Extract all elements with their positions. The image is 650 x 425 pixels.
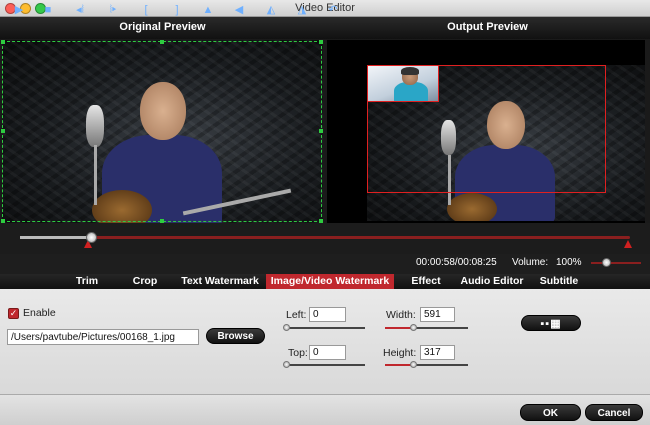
tab-image-video-watermark[interactable]: Image/Video Watermark <box>266 274 394 289</box>
trim-end-marker[interactable] <box>624 240 632 248</box>
width-slider-knob[interactable] <box>410 324 417 331</box>
cancel-button[interactable]: Cancel <box>585 404 643 421</box>
crop-selection-frame[interactable] <box>2 41 322 222</box>
timeline-progress <box>20 236 92 239</box>
tab-effect[interactable]: Effect <box>404 274 448 289</box>
timeline-area <box>0 223 650 255</box>
time-display: 00:00:58/00:08:25 <box>416 257 497 268</box>
position-grid-icon: ▪▪▦ <box>540 318 562 330</box>
stop-icon[interactable]: ■ <box>41 4 55 16</box>
previous-frame-icon[interactable]: ◂⦚ <box>73 4 87 16</box>
left-slider-knob[interactable] <box>283 324 290 331</box>
original-preview-label: Original Preview <box>119 21 206 33</box>
height-field[interactable] <box>420 345 455 360</box>
flip-vertical-icon[interactable]: ▲ <box>201 4 215 16</box>
height-slider[interactable] <box>385 361 468 368</box>
title-bar: Video Editor <box>0 0 650 17</box>
crop-handle[interactable] <box>319 40 323 44</box>
enable-label: Enable <box>23 307 56 319</box>
width-slider[interactable] <box>385 324 468 331</box>
volume-slider-knob[interactable] <box>602 258 611 267</box>
height-slider-knob[interactable] <box>410 361 417 368</box>
position-grid-button[interactable]: ▪▪▦ <box>521 315 581 331</box>
tab-text-watermark[interactable]: Text Watermark <box>178 274 262 289</box>
rotate-right-icon[interactable]: ◮ <box>295 4 309 16</box>
rotate-left-icon[interactable]: ◭ <box>264 4 278 16</box>
top-field[interactable] <box>309 345 346 360</box>
height-label: Height: <box>383 347 417 359</box>
playback-controls <box>0 254 650 274</box>
top-label: Top: <box>288 347 308 359</box>
volume-value: 100% <box>556 257 582 268</box>
tab-subtitle[interactable]: Subtitle <box>536 274 582 289</box>
flip-horizontal-icon[interactable]: ◀ <box>232 4 246 16</box>
output-preview-label: Output Preview <box>447 21 528 33</box>
next-frame-icon[interactable]: ⦚▸ <box>106 4 120 16</box>
crop-handle[interactable] <box>319 129 323 133</box>
crop-handle[interactable] <box>1 40 5 44</box>
set-end-icon[interactable]: ] <box>170 4 184 16</box>
top-slider-knob[interactable] <box>283 361 290 368</box>
set-start-icon[interactable]: [ <box>139 4 153 16</box>
tab-audio-editor[interactable]: Audio Editor <box>458 274 526 289</box>
left-label: Left: <box>286 309 307 321</box>
browse-button[interactable]: Browse <box>206 328 265 344</box>
ok-button[interactable]: OK <box>520 404 581 421</box>
width-field[interactable] <box>420 307 455 322</box>
volume-label: Volume: <box>512 257 549 268</box>
enable-checkbox[interactable]: ✓ <box>8 308 19 319</box>
crop-handle[interactable] <box>160 40 164 44</box>
play-icon[interactable]: ▶ <box>12 4 26 16</box>
watermark-path-field[interactable] <box>7 329 199 345</box>
timeline-track[interactable] <box>20 236 630 239</box>
tab-crop[interactable]: Crop <box>125 274 165 289</box>
preview-header: Original Preview Output Preview <box>0 17 650 39</box>
left-field[interactable] <box>309 307 346 322</box>
crop-handle[interactable] <box>1 129 5 133</box>
tab-trim[interactable]: Trim <box>62 274 112 289</box>
top-slider[interactable] <box>283 361 365 368</box>
left-slider[interactable] <box>283 324 365 331</box>
watermark-image[interactable] <box>367 65 439 102</box>
reset-icon[interactable]: ↶ <box>326 4 340 16</box>
timeline-playhead[interactable] <box>86 232 97 243</box>
volume-slider[interactable] <box>591 262 641 264</box>
width-label: Width: <box>386 309 416 321</box>
editor-tabs: Trim Crop Text Watermark Image/Video Wat… <box>0 274 650 289</box>
